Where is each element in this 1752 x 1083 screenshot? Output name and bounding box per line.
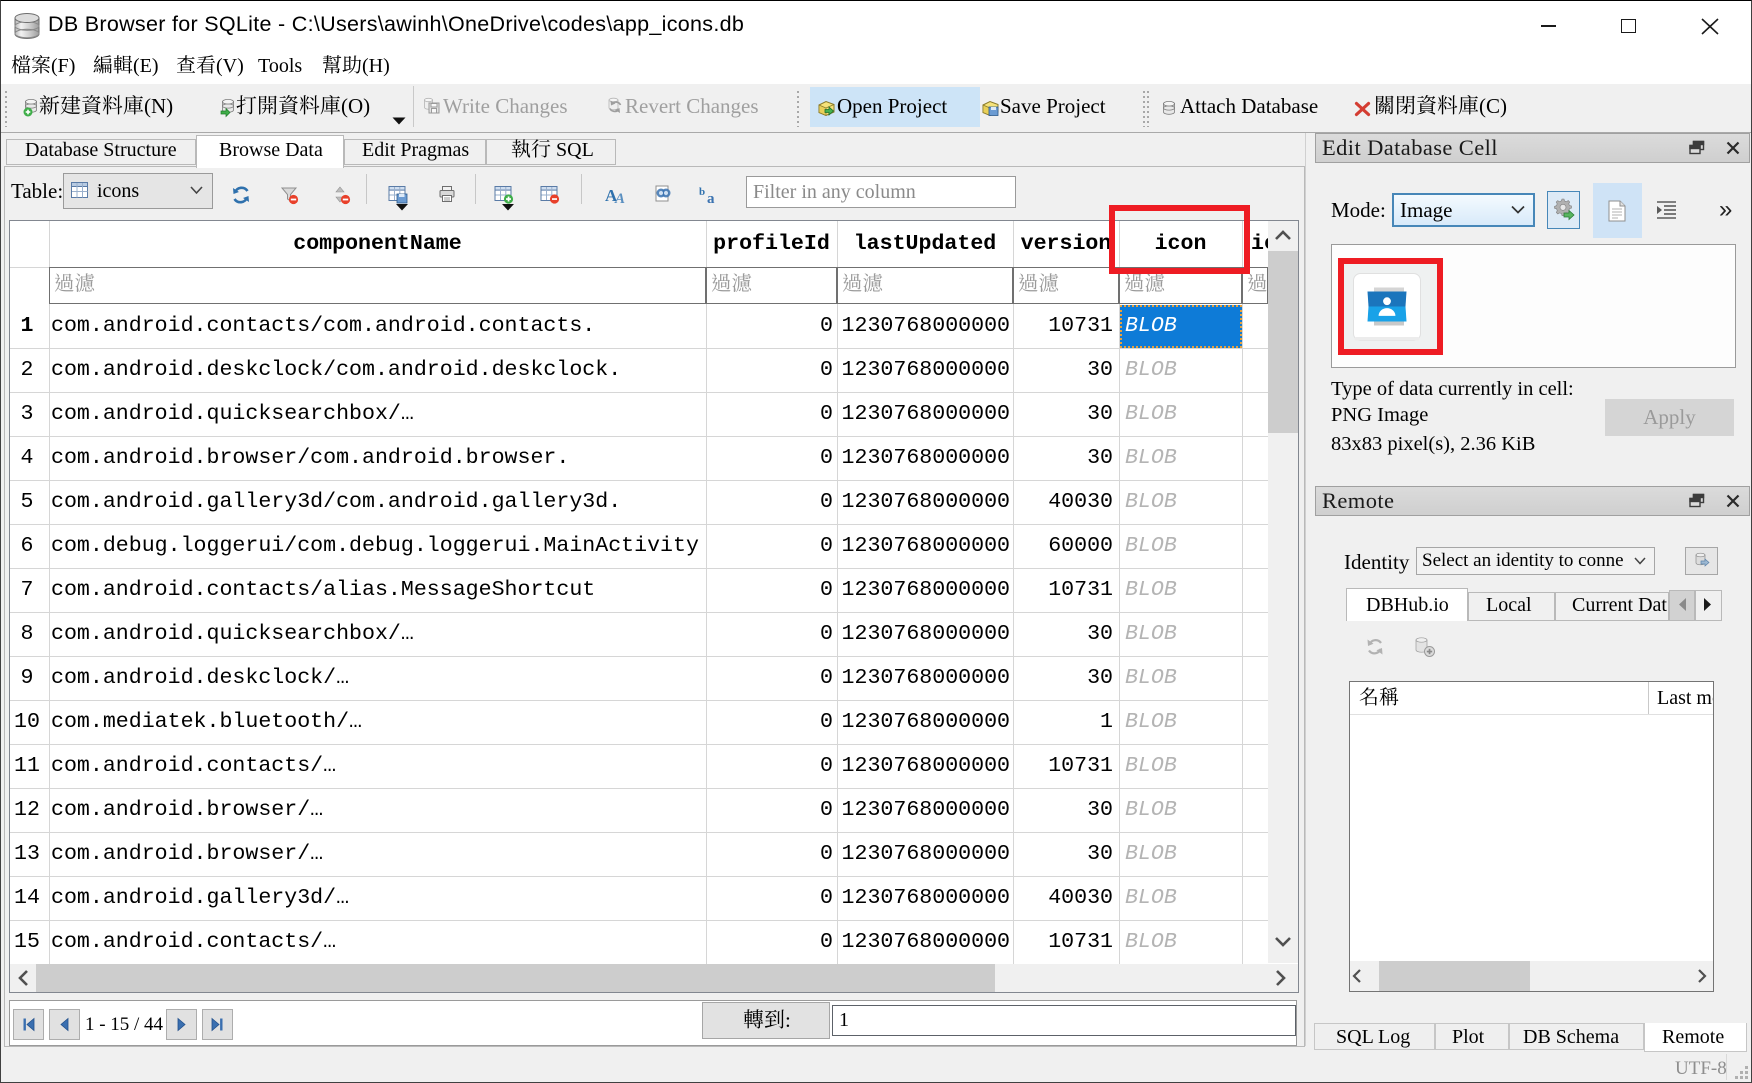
svg-text:A: A [614,191,625,207]
svg-text:a: a [707,191,715,207]
svg-text:b: b [699,186,705,198]
